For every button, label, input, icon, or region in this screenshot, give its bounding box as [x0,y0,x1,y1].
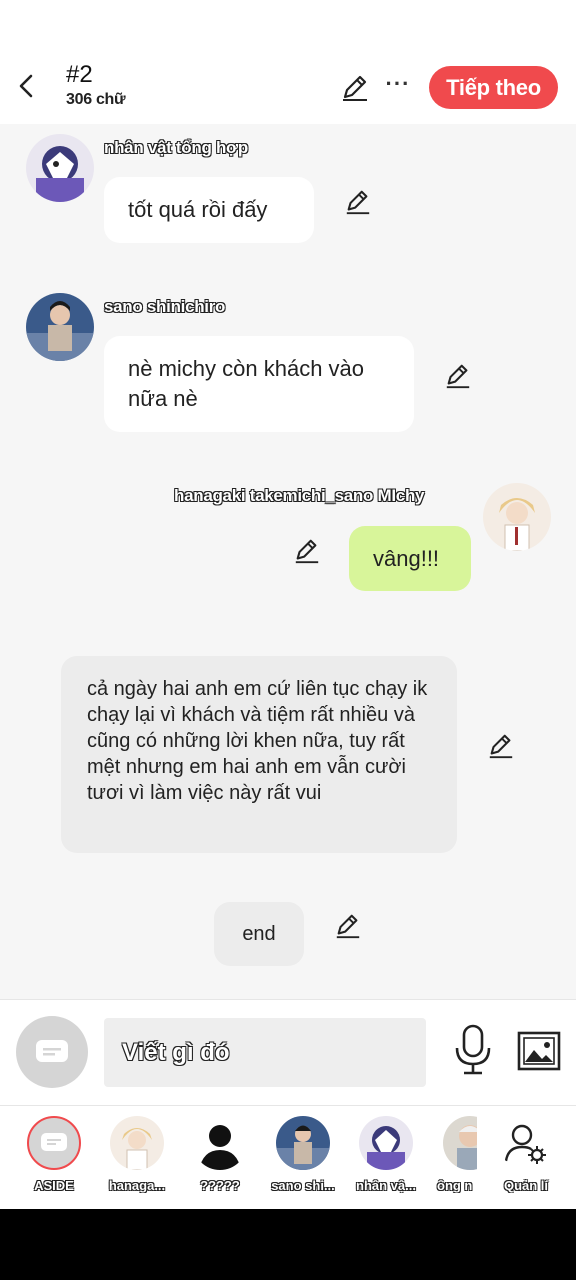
chevron-left-icon [19,74,33,98]
edit-message-button[interactable] [334,912,362,940]
narration-bubble[interactable]: end [214,902,304,966]
aside-button[interactable] [16,1016,88,1088]
character-label: Quản lí [503,1178,549,1193]
pencil-icon [343,75,367,101]
character-name: nhân vật tổng hợp [104,138,249,158]
microphone-button[interactable] [450,1022,496,1078]
character-bar: ASIDE hanaga... ????? sano shi... nhân v… [0,1105,576,1209]
character-aside[interactable]: ASIDE [16,1116,92,1193]
manage-characters-button[interactable]: Quản lí [488,1116,564,1193]
next-button[interactable]: Tiếp theo [429,66,558,109]
narration-bubble[interactable]: cả ngày hai anh em cứ liên tục chạy ik c… [61,656,457,853]
character-item[interactable]: nhân vậ... [348,1116,424,1193]
edit-button[interactable] [340,72,370,102]
back-button[interactable] [12,70,40,102]
character-label: hanaga... [108,1178,166,1193]
pencil-icon [489,734,513,759]
manage-icon [499,1116,553,1170]
pencil-icon [295,539,319,564]
character-label: ông n [437,1178,473,1193]
more-options-icon[interactable]: ··· [384,70,412,100]
character-label: ASIDE [34,1178,74,1193]
avatar [359,1116,413,1170]
chapter-title-block: #2 306 chữ [66,60,126,110]
message-bubble[interactable]: tốt quá rồi đấy [104,177,314,243]
avatar[interactable] [26,134,94,202]
avatar[interactable] [483,483,551,551]
pencil-icon [346,190,370,215]
pencil-icon [336,914,360,939]
chapter-title: #2 [66,61,93,88]
character-label: ????? [200,1178,240,1193]
word-count: 306 chữ [66,91,126,108]
character-item[interactable]: sano shi... [265,1116,341,1193]
narration-text: end [242,922,276,945]
narration-text: cả ngày hai anh em cứ liên tục chạy ik c… [87,678,428,804]
character-item[interactable]: hanaga... [99,1116,175,1193]
character-name: hanagaki takemichi_sano MIchy [174,486,425,506]
message-input[interactable]: Viết gì đó [104,1018,426,1087]
message-bubble[interactable]: nè michy còn khách vào nữa nè [104,336,414,432]
message-text: vâng!!! [373,545,440,571]
character-label: nhân vậ... [356,1178,416,1193]
edit-message-button[interactable] [344,188,372,216]
character-name: sano shinichiro [104,297,226,317]
edit-message-button[interactable] [444,362,472,390]
character-item[interactable]: ông n [431,1116,477,1193]
avatar[interactable] [26,293,94,361]
character-label: sano shi... [271,1178,335,1193]
pencil-icon [446,364,470,389]
edit-message-button[interactable] [487,732,515,760]
system-navigation-bar [0,1209,576,1280]
aside-icon [27,1116,81,1170]
avatar [276,1116,330,1170]
image-button[interactable] [516,1030,562,1072]
message-bubble[interactable]: vâng!!! [349,526,471,591]
avatar [110,1116,164,1170]
edit-message-button[interactable] [293,537,321,565]
top-bar: #2 306 chữ ··· Tiếp theo [0,0,576,124]
aside-icon [36,1040,68,1062]
avatar [193,1116,247,1170]
character-item[interactable]: ????? [182,1116,258,1193]
image-icon [517,1031,561,1071]
microphone-icon [455,1024,491,1075]
avatar [443,1116,477,1170]
composer-bar: Viết gì đó [0,999,576,1105]
message-text: nè michy còn khách vào nữa nè [128,356,365,411]
message-text: tốt quá rồi đấy [128,197,268,222]
